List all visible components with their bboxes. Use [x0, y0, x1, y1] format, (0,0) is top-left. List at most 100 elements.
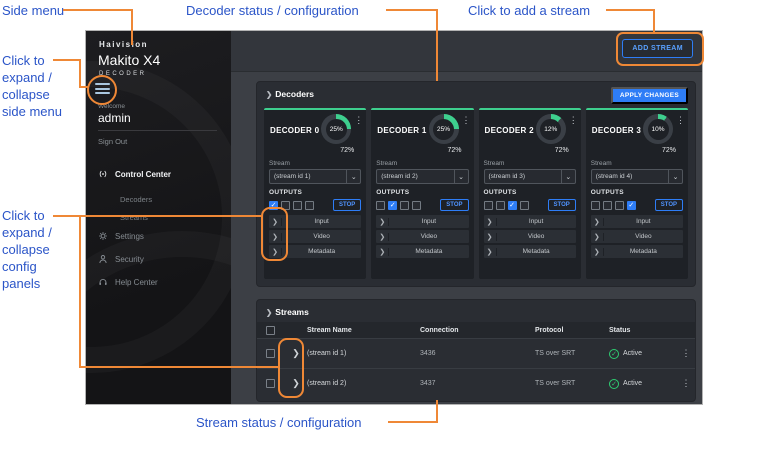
check-circle-icon: ✓ [609, 349, 619, 359]
decoder-cards: DECODER 0 ⋮ 25% 72% Stream (stream id 1)… [264, 108, 688, 279]
outputs-label: OUTPUTS [269, 189, 361, 196]
chevron-right-icon[interactable]: ❯ [376, 248, 389, 256]
config-row-label: Video [282, 233, 361, 240]
output-checkbox-4[interactable] [627, 201, 636, 210]
product-name: Makito X4 [98, 52, 160, 68]
stream-protocol: TS over SRT [535, 350, 609, 357]
stream-row-1[interactable]: ❯ (stream id 1) 3436 TS over SRT ✓ Activ… [257, 338, 695, 368]
chevron-right-icon[interactable]: ❯ [484, 218, 497, 226]
decoder-name: DECODER 1 [377, 126, 426, 135]
apply-changes-button[interactable]: APPLY CHANGES [611, 87, 688, 104]
decoder-card-1: DECODER 1 ⋮ 25% 72% Stream (stream id 2)… [371, 108, 473, 279]
sign-out-link[interactable]: Sign Out [98, 137, 127, 146]
stream-select[interactable]: (stream id 1) ⌄ [269, 169, 361, 184]
output-checkbox-4[interactable] [412, 201, 421, 210]
stream-select[interactable]: (stream id 2) ⌄ [376, 169, 468, 184]
sidebar-item-control-center[interactable]: Control Center [98, 169, 171, 179]
config-row-label: Input [497, 218, 576, 225]
output-checkbox-4[interactable] [305, 201, 314, 210]
sidebar-item-security[interactable]: Security [98, 254, 144, 264]
callout-decoder-status: Decoder status / configuration [186, 3, 359, 19]
divider [98, 130, 217, 131]
streams-table: Stream Name Connection Protocol Status ❯… [257, 322, 695, 401]
row-checkbox[interactable] [266, 379, 275, 388]
config-row-metadata[interactable]: ❯ Metadata [591, 245, 683, 258]
callout-circle-menu-toggle [87, 75, 117, 105]
callout-line [386, 9, 438, 11]
column-header-status: Status [609, 327, 677, 334]
config-row-input[interactable]: ❯ Input [484, 215, 576, 228]
config-row-input[interactable]: ❯ Input [591, 215, 683, 228]
output-checkbox-2[interactable] [603, 201, 612, 210]
kebab-menu-icon[interactable]: ⋮ [676, 115, 685, 126]
gauge-value: 12% [540, 119, 561, 140]
chevron-right-icon: ❯ [266, 308, 272, 317]
chevron-right-icon[interactable]: ❯ [591, 218, 604, 226]
select-all-checkbox[interactable] [266, 326, 275, 335]
kebab-menu-icon[interactable]: ⋮ [677, 348, 695, 359]
chevron-right-icon[interactable]: ❯ [376, 233, 389, 241]
output-checkbox-1[interactable] [484, 201, 493, 210]
kebab-menu-icon[interactable]: ⋮ [354, 115, 363, 126]
chevron-right-icon[interactable]: ❯ [591, 248, 604, 256]
sidebar-item-decoders[interactable]: Decoders [120, 195, 152, 204]
chevron-right-icon[interactable]: ❯ [591, 233, 604, 241]
config-row-video[interactable]: ❯ Video [376, 230, 468, 243]
output-checkbox-3[interactable] [293, 201, 302, 210]
user-shield-icon [98, 254, 108, 264]
stop-button[interactable]: STOP [655, 199, 683, 211]
chevron-down-icon: ⌄ [346, 170, 360, 183]
secondary-percent: 72% [555, 147, 569, 154]
config-row-label: Metadata [497, 248, 576, 255]
username: admin [98, 111, 131, 125]
output-checkbox-3[interactable] [400, 201, 409, 210]
callout-line [53, 215, 261, 217]
stream-connection: 3436 [420, 350, 535, 357]
config-row-label: Input [604, 218, 683, 225]
sidebar-item-settings[interactable]: Settings [98, 231, 144, 241]
chevron-right-icon[interactable]: ❯ [376, 218, 389, 226]
kebab-menu-icon[interactable]: ⋮ [462, 115, 471, 126]
config-row-metadata[interactable]: ❯ Metadata [484, 245, 576, 258]
stream-select[interactable]: (stream id 4) ⌄ [591, 169, 683, 184]
stream-row-2[interactable]: ❯ (stream id 2) 3437 TS over SRT ✓ Activ… [257, 368, 695, 398]
control-center-icon [98, 169, 108, 179]
stop-button[interactable]: STOP [440, 199, 468, 211]
sidebar-item-help-center[interactable]: Help Center [98, 277, 158, 287]
config-row-input[interactable]: ❯ Input [376, 215, 468, 228]
status-text: Active [623, 350, 642, 357]
output-checkbox-1[interactable] [591, 201, 600, 210]
kebab-menu-icon[interactable]: ⋮ [677, 378, 695, 389]
status-badge: ✓ Active [609, 379, 677, 389]
chevron-right-icon[interactable]: ❯ [484, 233, 497, 241]
callout-text-line: config [2, 258, 52, 275]
stop-button[interactable]: STOP [333, 199, 361, 211]
stream-name: (stream id 1) [307, 350, 420, 357]
stop-button[interactable]: STOP [548, 199, 576, 211]
chevron-right-icon[interactable]: ❯ [484, 248, 497, 256]
kebab-menu-icon[interactable]: ⋮ [569, 115, 578, 126]
callout-add-stream: Click to add a stream [468, 3, 590, 19]
output-checkbox-2[interactable] [496, 201, 505, 210]
output-checkbox-2[interactable] [388, 201, 397, 210]
callout-line [653, 9, 655, 34]
outputs-label: OUTPUTS [376, 189, 468, 196]
callout-text-line: panels [2, 275, 52, 292]
column-header-protocol: Protocol [535, 327, 609, 334]
headset-icon [98, 277, 108, 287]
check-circle-icon: ✓ [609, 379, 619, 389]
config-row-video[interactable]: ❯ Video [591, 230, 683, 243]
output-checkbox-3[interactable] [615, 201, 624, 210]
config-row-metadata[interactable]: ❯ Metadata [376, 245, 468, 258]
output-checkbox-3[interactable] [508, 201, 517, 210]
output-checkbox-1[interactable] [376, 201, 385, 210]
output-checkbox-4[interactable] [520, 201, 529, 210]
row-checkbox[interactable] [266, 349, 275, 358]
callout-text-line: Click to [2, 207, 52, 224]
callout-box-add-stream [616, 32, 704, 66]
decoder-name: DECODER 0 [270, 126, 319, 135]
streams-table-header: Stream Name Connection Protocol Status [257, 322, 695, 338]
stream-select-value: (stream id 1) [274, 173, 310, 180]
stream-select[interactable]: (stream id 3) ⌄ [484, 169, 576, 184]
config-row-video[interactable]: ❯ Video [484, 230, 576, 243]
